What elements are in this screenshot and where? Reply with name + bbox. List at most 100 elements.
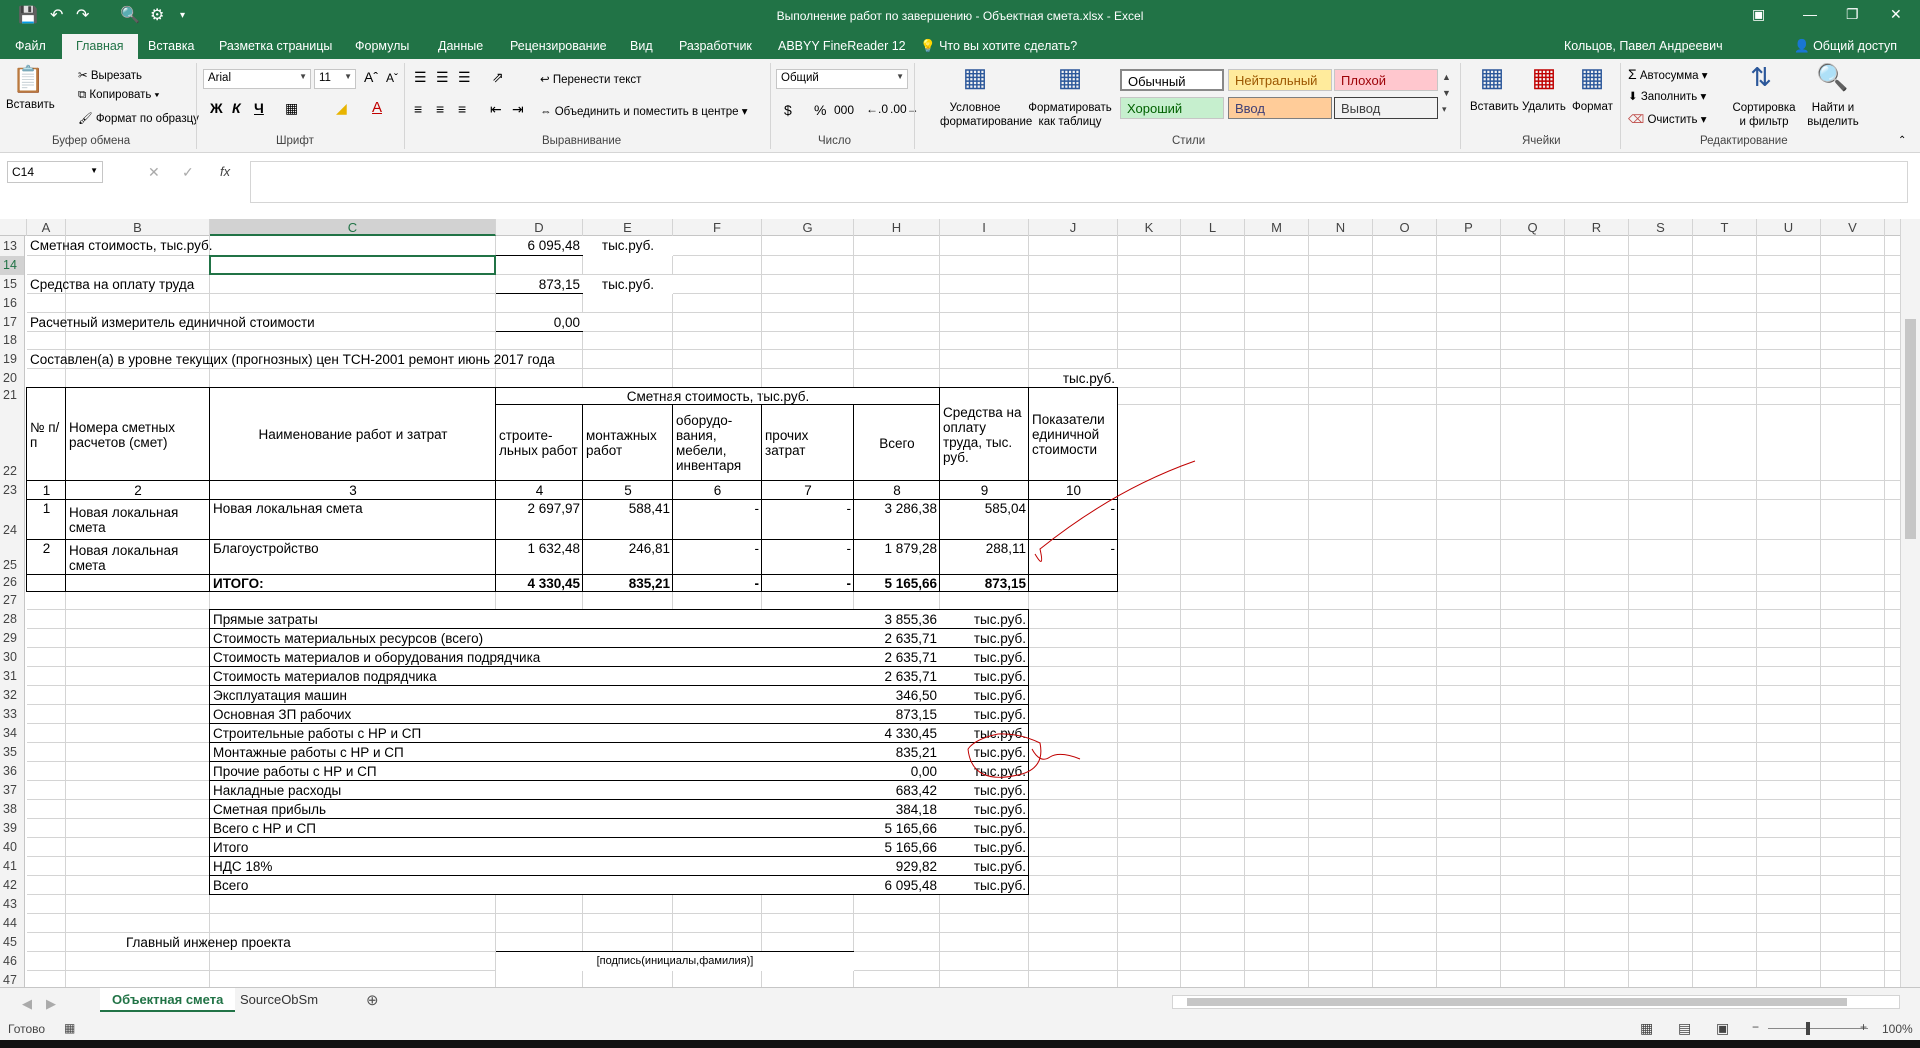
page-break-view-icon[interactable]: ▣ <box>1716 1020 1729 1037</box>
align-middle-icon[interactable]: ☰ <box>436 69 449 86</box>
formula-input[interactable] <box>250 161 1908 203</box>
find-icon[interactable]: 🔍 <box>1816 63 1848 91</box>
collapse-ribbon-icon[interactable]: ⌃ <box>1898 135 1906 146</box>
tab-abbyy[interactable]: ABBYY FineReader 12 <box>778 39 906 53</box>
delete-cells-icon[interactable]: ▦ <box>1526 63 1562 91</box>
close-icon[interactable]: ✕ <box>1890 6 1902 23</box>
decrease-indent-icon[interactable]: ⇤ <box>490 101 502 118</box>
paste-button[interactable]: Вставить <box>6 99 55 111</box>
vertical-scrollbar[interactable] <box>1900 219 1920 987</box>
increase-indent-icon[interactable]: ⇥ <box>512 101 524 118</box>
align-right-icon[interactable]: ≡ <box>458 101 466 117</box>
wrap-icon: ↩ <box>540 74 550 86</box>
delete-cells-button[interactable]: Удалить <box>1522 101 1566 113</box>
underline-button[interactable]: Ч <box>254 100 264 116</box>
sheet-tab-active[interactable]: Объектная смета <box>100 988 236 1012</box>
name-box[interactable]: C14 ▼ <box>7 161 103 183</box>
font-name-select[interactable]: Arial ▼ <box>203 69 311 89</box>
copy-icon: ⧉ <box>78 89 87 101</box>
align-top-icon[interactable]: ☰ <box>414 69 427 86</box>
ribbon: 📋 Вставить ✂ Вырезать ⧉ Копировать ▾ 🖌 Ф… <box>0 59 1920 153</box>
format-painter-button[interactable]: 🖌 Формат по образцу <box>78 111 199 125</box>
italic-button[interactable]: К <box>232 100 241 116</box>
percent-button[interactable]: % <box>814 102 826 118</box>
fill-button[interactable]: ⬇ Заполнить ▾ <box>1628 89 1706 103</box>
format-cells-button[interactable]: Формат <box>1572 101 1613 113</box>
tab-file[interactable]: Файл <box>15 39 46 53</box>
merge-center-button[interactable]: ⇔ Объединить и поместить в центре ▾ <box>540 104 748 118</box>
conditional-format-button[interactable]: Условное форматирование <box>940 101 1032 129</box>
font-color-icon[interactable]: A <box>372 99 382 116</box>
paste-icon[interactable]: 📋 <box>12 65 44 93</box>
hscroll-thumb[interactable] <box>1187 998 1847 1006</box>
tab-formulas[interactable]: Формулы <box>355 39 409 53</box>
tell-me-box[interactable]: 💡 Что вы хотите сделать? <box>920 39 1077 54</box>
zoom-in-icon[interactable]: + <box>1860 1020 1867 1034</box>
worksheet-grid[interactable]: ABCDEFGHIJKLMNOPQRSTUV 13 14 15 16 17 18 19 20 2… <box>0 219 1920 987</box>
zoom-out-icon[interactable]: − <box>1752 1020 1759 1034</box>
share-button[interactable]: 👤 Общий доступ <box>1794 39 1897 54</box>
grow-font-icon[interactable]: Aˆ <box>364 69 378 85</box>
zoom-slider[interactable] <box>1768 1028 1868 1029</box>
tab-view[interactable]: Вид <box>630 39 653 53</box>
tab-page-layout[interactable]: Разметка страницы <box>219 39 332 53</box>
normal-view-icon[interactable]: ▦ <box>1640 1020 1653 1037</box>
tab-insert[interactable]: Вставка <box>148 39 194 53</box>
next-sheet-icon[interactable]: ▶ <box>46 996 56 1012</box>
group-separator <box>1620 63 1621 149</box>
tab-home[interactable]: Главная <box>62 34 138 59</box>
increase-decimal-icon[interactable]: ←.0 <box>866 102 888 116</box>
autosum-button[interactable]: Σ Автосумма ▾ <box>1628 66 1707 82</box>
conditional-format-icon[interactable]: ▦ <box>955 63 995 91</box>
find-select-button[interactable]: Найти и выделить <box>1800 101 1866 129</box>
style-good[interactable]: Хороший <box>1120 97 1224 119</box>
shrink-font-icon[interactable]: Aˇ <box>386 71 398 85</box>
prev-sheet-icon[interactable]: ◀ <box>22 996 32 1012</box>
orientation-icon[interactable]: ⇗ <box>492 69 504 86</box>
horizontal-scrollbar[interactable] <box>1172 995 1900 1009</box>
copy-button[interactable]: ⧉ Копировать ▾ <box>78 89 159 102</box>
currency-button[interactable]: $ <box>784 102 792 118</box>
sheet-tab[interactable]: SourceObSm <box>240 992 318 1007</box>
insert-cells-button[interactable]: Вставить <box>1470 101 1519 113</box>
styles-scroll-icon[interactable]: ▲ ▼ ▾ <box>1442 69 1451 117</box>
align-left-icon[interactable]: ≡ <box>414 101 422 117</box>
align-center-icon[interactable]: ≡ <box>436 101 444 117</box>
sort-filter-icon[interactable]: ⇅ <box>1746 63 1776 91</box>
number-format-select[interactable]: Общий ▼ <box>776 69 908 89</box>
ribbon-options-icon[interactable]: ▣ <box>1752 6 1765 23</box>
scrollbar-thumb[interactable] <box>1905 319 1916 539</box>
style-output[interactable]: Вывод <box>1334 97 1438 119</box>
tab-data[interactable]: Данные <box>438 39 483 53</box>
tab-review[interactable]: Рецензирование <box>510 39 607 53</box>
borders-icon[interactable]: ▦ <box>285 100 298 117</box>
page-layout-view-icon[interactable]: ▤ <box>1678 1020 1691 1037</box>
insert-cells-icon[interactable]: ▦ <box>1474 63 1510 91</box>
enter-formula-icon[interactable]: ✓ <box>182 164 194 181</box>
format-table-icon[interactable]: ▦ <box>1050 63 1090 91</box>
minimize-icon[interactable]: — <box>1803 6 1817 22</box>
cancel-formula-icon[interactable]: ✕ <box>148 164 160 181</box>
maximize-icon[interactable]: ❐ <box>1846 6 1859 23</box>
bold-button[interactable]: Ж <box>210 100 223 116</box>
tab-developer[interactable]: Разработчик <box>679 39 752 53</box>
wrap-text-button[interactable]: ↩ Перенести текст <box>540 72 641 86</box>
clear-button[interactable]: ⌫ Очистить ▾ <box>1628 112 1707 126</box>
style-neutral[interactable]: Нейтральный <box>1228 69 1332 91</box>
thousands-button[interactable]: 000 <box>834 103 854 117</box>
style-bad[interactable]: Плохой <box>1334 69 1438 91</box>
style-normal[interactable]: Обычный <box>1120 69 1224 91</box>
fill-color-icon[interactable]: ◢ <box>336 100 347 117</box>
add-sheet-icon[interactable]: ⊕ <box>366 991 379 1009</box>
group-separator <box>770 63 771 149</box>
font-size-select[interactable]: 11 ▼ <box>314 69 356 89</box>
sort-filter-button[interactable]: Сортировка и фильтр <box>1728 101 1800 129</box>
insert-function-button[interactable]: fx <box>220 164 230 179</box>
format-as-table-button[interactable]: Форматировать как таблицу <box>1026 101 1114 129</box>
align-bottom-icon[interactable]: ☰ <box>458 69 471 86</box>
macro-record-icon[interactable]: ▦ <box>64 1021 75 1035</box>
zoom-slider-thumb[interactable] <box>1806 1022 1810 1035</box>
format-cells-icon[interactable]: ▦ <box>1574 63 1610 91</box>
style-input[interactable]: Ввод <box>1228 97 1332 119</box>
cut-button[interactable]: ✂ Вырезать <box>78 68 142 82</box>
